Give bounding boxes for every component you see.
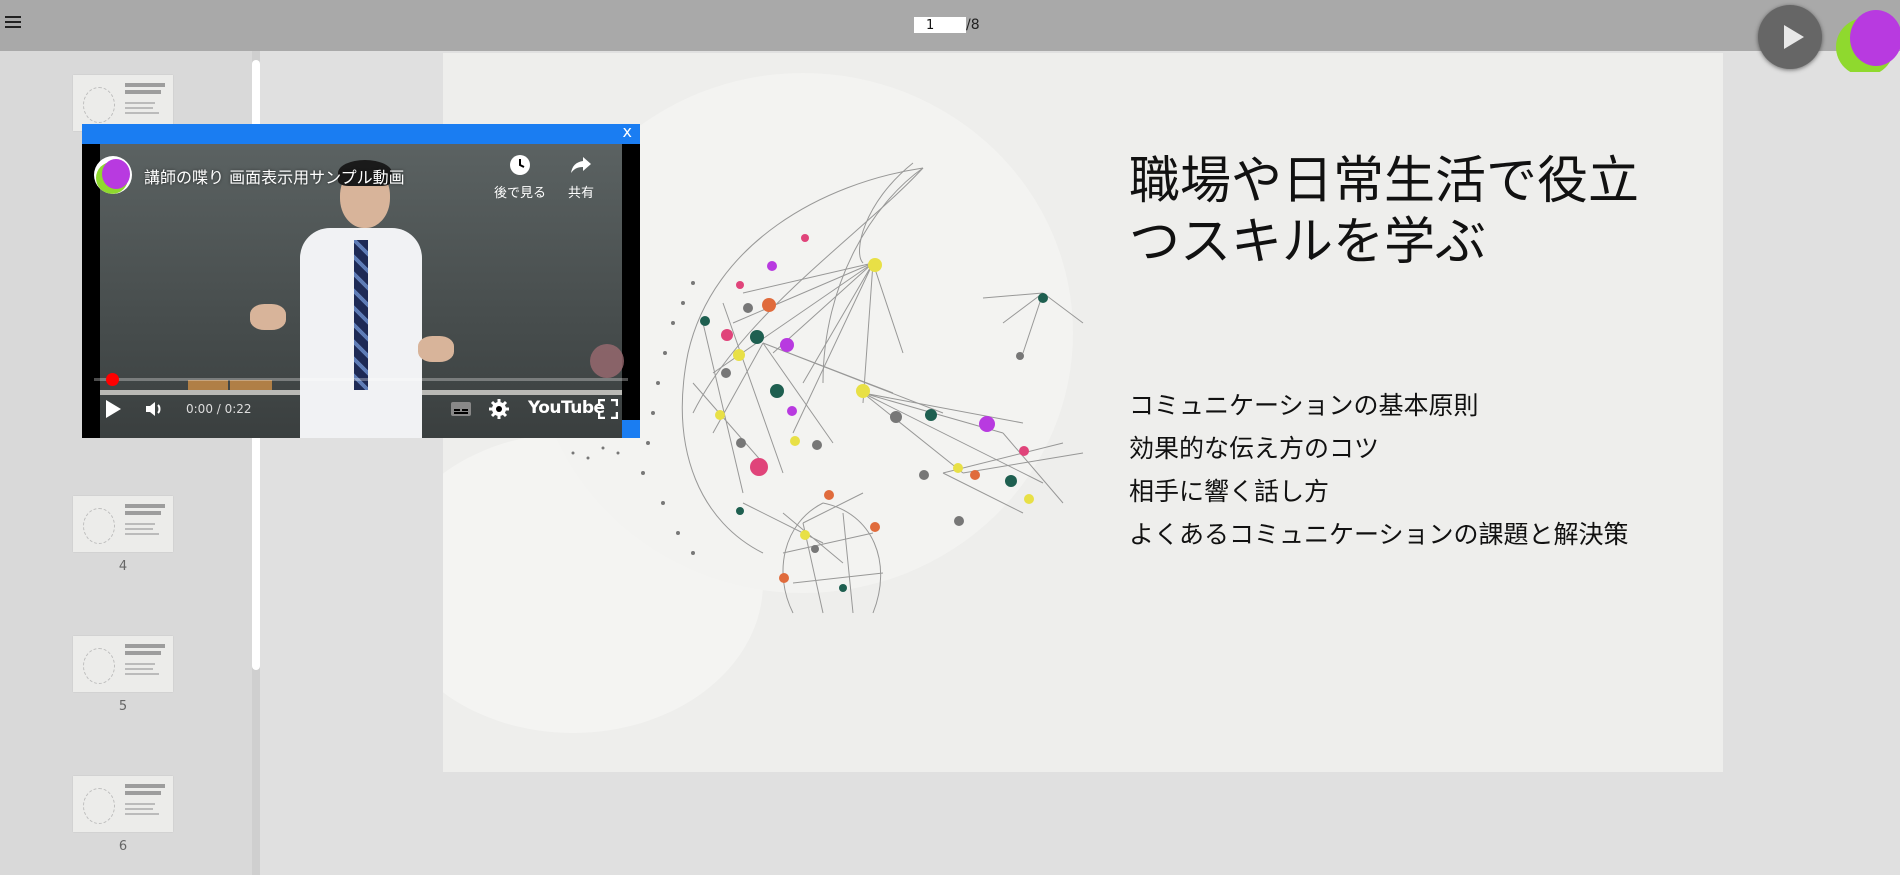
youtube-logo[interactable]: YouTube <box>528 398 605 418</box>
video-progress-knob[interactable] <box>106 373 119 386</box>
gear-icon <box>489 399 509 419</box>
video-time: 0:00 / 0:22 <box>186 402 252 416</box>
volume-icon <box>146 402 161 416</box>
slide-thumbnail-1[interactable] <box>73 75 173 131</box>
thumbnail-number: 6 <box>118 839 128 854</box>
thumbnail-number: 4 <box>118 559 128 574</box>
page-number-input[interactable] <box>914 17 966 33</box>
video-title[interactable]: 講師の喋り 画面表示用サンプル動画 <box>144 164 405 188</box>
mute-button[interactable] <box>144 395 166 423</box>
clock-icon <box>510 155 530 175</box>
share-button[interactable]: 共有 <box>558 154 604 201</box>
watch-later-button[interactable]: 後で見る <box>490 154 550 201</box>
slide-thumbnail-6[interactable] <box>73 776 173 832</box>
fullscreen-button[interactable] <box>598 395 618 423</box>
video-popup-titlebar[interactable]: x <box>82 122 640 144</box>
play-icon <box>106 400 121 418</box>
page-navigator: /8 <box>914 16 980 34</box>
resize-handle[interactable] <box>622 420 640 438</box>
video-progress-bar[interactable] <box>94 378 628 381</box>
subtitles-icon <box>451 402 471 416</box>
channel-watermark[interactable] <box>590 344 624 378</box>
fullscreen-icon <box>598 399 618 419</box>
slide-title: 職場や日常生活で役立つスキルを学ぶ <box>1129 152 1640 272</box>
share-label: 共有 <box>567 186 594 201</box>
user-avatar[interactable] <box>1834 6 1900 72</box>
thumbnail-number: 5 <box>118 699 128 714</box>
channel-avatar[interactable] <box>94 156 132 194</box>
hamburger-icon[interactable] <box>5 13 21 29</box>
subtitles-button[interactable] <box>450 395 472 423</box>
slide-bullet: よくあるコミュニケーションの課題と解決策 <box>1129 520 1629 549</box>
watch-later-label: 後で見る <box>493 186 546 201</box>
page-total: /8 <box>966 17 980 33</box>
close-video-button[interactable]: x <box>623 122 632 141</box>
slide-thumbnail-4[interactable] <box>73 496 173 552</box>
video-popup[interactable]: x 講師の喋り 画面表示用サンプル動画 後で見る 共有 0:00 / 0:22 … <box>82 122 640 438</box>
slide-thumbnail-5[interactable] <box>73 636 173 692</box>
start-slideshow-button[interactable] <box>1758 5 1822 69</box>
video-play-button[interactable] <box>104 395 122 423</box>
slide-bullet: コミュニケーションの基本原則 <box>1129 391 1479 420</box>
video-player[interactable]: 講師の喋り 画面表示用サンプル動画 後で見る 共有 0:00 / 0:22 Yo… <box>82 144 640 438</box>
share-icon <box>571 157 591 173</box>
slide-bullet: 効果的な伝え方のコツ <box>1129 434 1380 463</box>
settings-button[interactable] <box>488 395 510 423</box>
slide-bullet: 相手に響く話し方 <box>1129 477 1330 506</box>
